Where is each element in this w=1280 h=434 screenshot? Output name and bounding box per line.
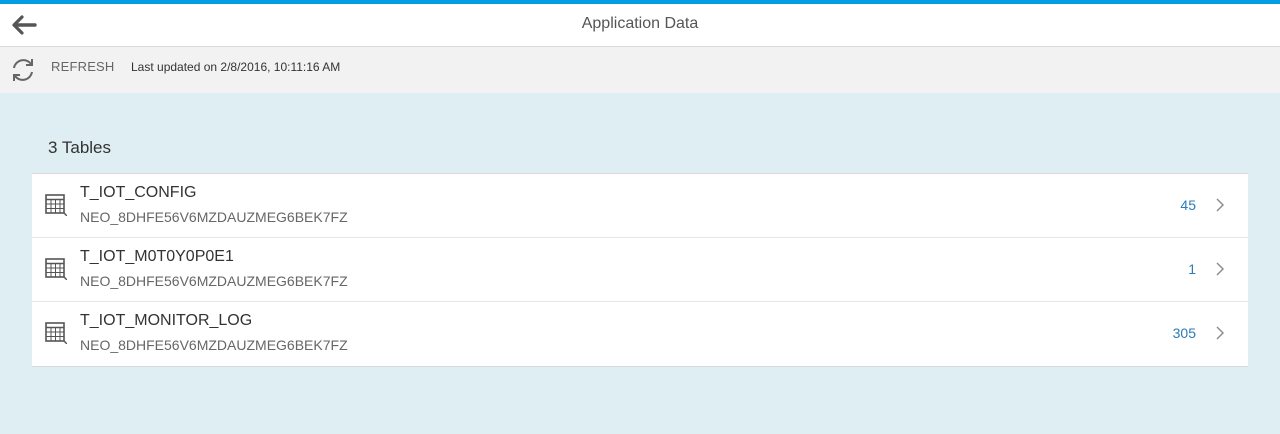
table-row[interactable]: T_IOT_M0T0Y0P0E1 NEO_8DHFE56V6MZDAUZMEG6…: [32, 238, 1248, 302]
table-row-count: 45: [1180, 197, 1196, 213]
table-name: T_IOT_CONFIG: [80, 184, 197, 201]
table-icon: [45, 258, 67, 280]
chevron-right-icon: [1216, 262, 1224, 276]
table-name: T_IOT_M0T0Y0P0E1: [80, 248, 234, 265]
tables-list: T_IOT_CONFIG NEO_8DHFE56V6MZDAUZMEG6BEK7…: [32, 173, 1248, 367]
chevron-right-icon: [1216, 326, 1224, 340]
table-row-count: 1: [1188, 261, 1196, 277]
app-header: Application Data: [0, 4, 1280, 47]
refresh-button[interactable]: REFRESH: [51, 47, 115, 87]
table-name: T_IOT_MONITOR_LOG: [80, 312, 253, 329]
table-row-count: 305: [1172, 325, 1196, 341]
last-updated-text: Last updated on 2/8/2016, 10:11:16 AM: [131, 60, 341, 74]
page-title: Application Data: [581, 15, 699, 32]
table-icon: [45, 322, 67, 344]
table-row[interactable]: T_IOT_MONITOR_LOG NEO_8DHFE56V6MZDAUZMEG…: [32, 302, 1248, 366]
table-icon: [45, 194, 67, 216]
refresh-icon[interactable]: [10, 57, 36, 83]
table-schema: NEO_8DHFE56V6MZDAUZMEG6BEK7FZ: [80, 209, 348, 225]
main-content: 3 Tables T_IOT_CONFIG NEO_8DHFE56V6MZDAU…: [0, 93, 1280, 434]
table-schema: NEO_8DHFE56V6MZDAUZMEG6BEK7FZ: [80, 337, 348, 353]
table-schema: NEO_8DHFE56V6MZDAUZMEG6BEK7FZ: [80, 273, 348, 289]
tables-count-title: 3 Tables: [48, 138, 112, 157]
chevron-right-icon: [1216, 198, 1224, 212]
toolbar: REFRESH Last updated on 2/8/2016, 10:11:…: [0, 47, 1280, 93]
table-row[interactable]: T_IOT_CONFIG NEO_8DHFE56V6MZDAUZMEG6BEK7…: [32, 174, 1248, 238]
